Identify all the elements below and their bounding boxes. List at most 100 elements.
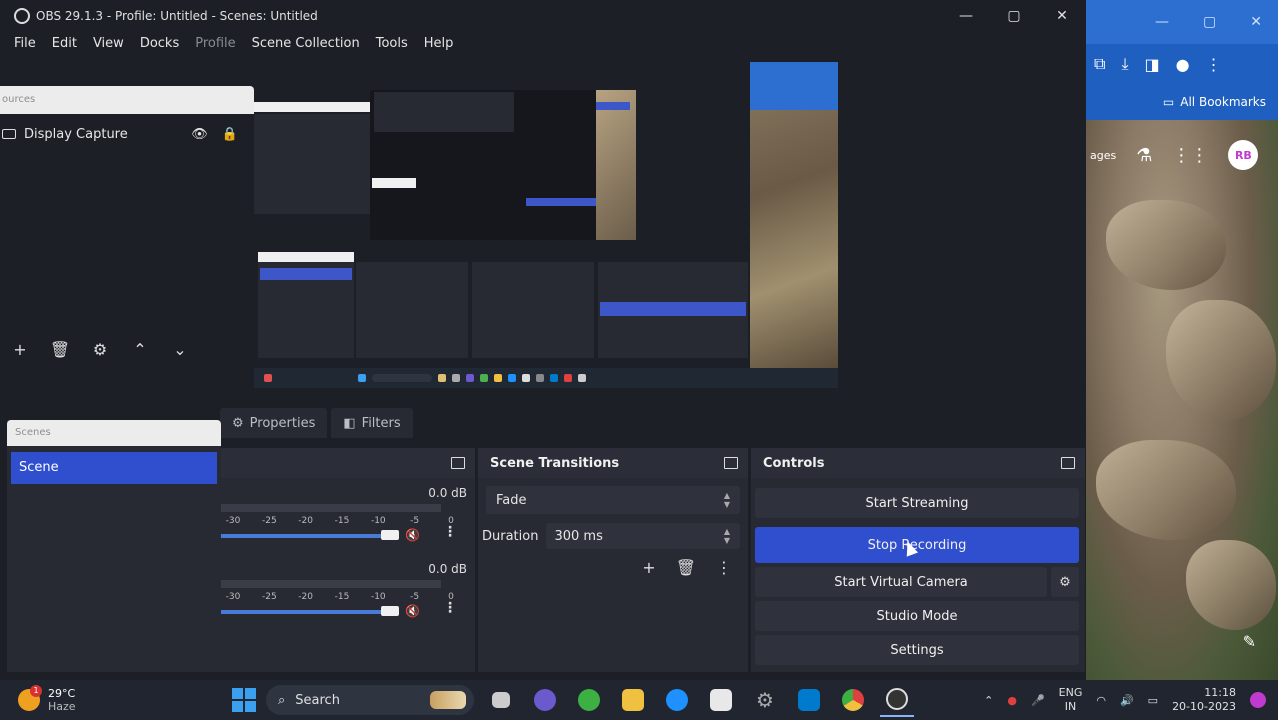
taskbar-search[interactable]: ⌕ Search: [266, 685, 474, 715]
nested-icon: [536, 374, 544, 382]
volume-icon[interactable]: 🔊: [1120, 694, 1134, 707]
close-icon[interactable]: ✕: [1250, 14, 1262, 30]
vscode-icon[interactable]: [792, 683, 826, 717]
download-icon[interactable]: ⤓: [1121, 54, 1128, 74]
virtual-camera-settings-gear-icon[interactable]: ⚙: [1051, 567, 1079, 597]
apps-grid-icon[interactable]: ⋮⋮: [1172, 145, 1208, 166]
add-icon[interactable]: +: [642, 558, 655, 577]
battery-icon[interactable]: ▭: [1148, 694, 1158, 707]
start-virtual-camera-button[interactable]: Start Virtual Camera: [755, 567, 1047, 597]
move-down-icon[interactable]: ⌄: [160, 340, 200, 359]
chrome-icon[interactable]: [836, 683, 870, 717]
studio-mode-button[interactable]: Studio Mode: [755, 601, 1079, 631]
menu-tools[interactable]: Tools: [368, 36, 416, 51]
wifi-icon[interactable]: ◠: [1096, 694, 1106, 707]
microphone-icon[interactable]: 🎤: [1031, 694, 1045, 707]
all-bookmarks[interactable]: All Bookmarks: [1180, 95, 1266, 109]
transition-select[interactable]: Fade ▲ ▼: [486, 486, 740, 514]
avatar[interactable]: RB: [1228, 140, 1259, 170]
duration-spinbox[interactable]: 300 ms ▲ ▼: [546, 523, 740, 549]
stop-recording-button[interactable]: Stop Recording: [755, 527, 1079, 563]
mute-speaker-icon[interactable]: 🔇: [405, 528, 420, 542]
gear-icon[interactable]: ⚙: [80, 340, 120, 359]
menu-edit[interactable]: Edit: [44, 36, 85, 51]
edge-icon[interactable]: [660, 683, 694, 717]
store-icon[interactable]: [704, 683, 738, 717]
eye-icon[interactable]: 👁: [191, 127, 208, 142]
minimize-icon[interactable]: —: [942, 0, 990, 32]
close-icon[interactable]: ✕: [1038, 0, 1086, 32]
profile-icon[interactable]: ●: [1176, 55, 1190, 74]
maximize-icon[interactable]: ▢: [990, 0, 1038, 32]
mute-speaker-icon[interactable]: 🔇: [405, 604, 420, 618]
channel-menu-icon[interactable]: ⋮: [443, 524, 457, 540]
filter-icon: ◧: [343, 415, 356, 431]
maximize-icon[interactable]: ▢: [1203, 14, 1216, 30]
source-item[interactable]: Display Capture 👁 🔒: [0, 120, 254, 148]
chevron-up-icon[interactable]: ⌃: [984, 694, 993, 707]
start-streaming-button[interactable]: Start Streaming: [755, 488, 1079, 518]
chevron-updown-icon[interactable]: ▲ ▼: [724, 527, 730, 545]
tick: -10: [370, 516, 386, 526]
copilot-avatar-icon[interactable]: [1250, 692, 1266, 708]
preview-canvas[interactable]: [254, 62, 838, 388]
menu-docks[interactable]: Docks: [132, 36, 187, 51]
obs-icon[interactable]: [880, 683, 914, 717]
channel-menu-icon[interactable]: ⋮: [443, 600, 457, 616]
transitions-toolbar: + 🗑 ⋮: [642, 558, 732, 577]
extensions-icon[interactable]: ⧉: [1094, 54, 1105, 74]
add-icon[interactable]: +: [0, 340, 40, 359]
nested-sources-header: [254, 102, 370, 112]
float-dock-icon[interactable]: [724, 457, 738, 469]
menu-profile[interactable]: Profile: [187, 36, 243, 51]
move-up-icon[interactable]: ⌃: [120, 340, 160, 359]
more-icon[interactable]: ⋮: [1206, 55, 1222, 74]
menu-scene-collection[interactable]: Scene Collection: [244, 36, 368, 51]
volume-slider[interactable]: [221, 610, 391, 614]
recording-indicator-icon[interactable]: ●: [1007, 694, 1017, 707]
labs-icon[interactable]: ⚗: [1136, 145, 1152, 166]
menu-help[interactable]: Help: [416, 36, 462, 51]
windows-start-icon[interactable]: [232, 688, 256, 712]
nested-block: [372, 178, 416, 188]
menu-file[interactable]: File: [6, 36, 44, 51]
duration-label: Duration: [482, 528, 539, 544]
teams-chat-icon[interactable]: [528, 683, 562, 717]
more-icon[interactable]: ⋮: [716, 558, 732, 577]
clock[interactable]: 11:18 20-10-2023: [1172, 686, 1236, 714]
properties-button[interactable]: ⚙ Properties: [220, 408, 328, 438]
language-indicator[interactable]: ENG IN: [1059, 686, 1083, 714]
green-app-icon[interactable]: [572, 683, 606, 717]
trash-icon[interactable]: 🗑: [40, 340, 80, 359]
tick: -25: [261, 592, 277, 602]
browser-newtab-icons: ages ⚗ ⋮⋮ RB: [1086, 140, 1278, 170]
chevron-updown-icon: ▲ ▼: [723, 491, 730, 509]
nested-scene-selected: [260, 268, 352, 280]
volume-slider-handle[interactable]: [381, 530, 399, 540]
scenes-header: Scenes: [7, 420, 221, 446]
settings-gear-icon[interactable]: ⚙: [748, 683, 782, 717]
filters-button[interactable]: ◧ Filters: [331, 408, 413, 438]
volume-slider-handle[interactable]: [381, 606, 399, 616]
menu-view[interactable]: View: [85, 36, 132, 51]
float-dock-icon[interactable]: [1061, 457, 1075, 469]
mixer-header: [221, 448, 475, 478]
trash-icon[interactable]: 🗑: [676, 558, 696, 577]
settings-button[interactable]: Settings: [755, 635, 1079, 665]
nested-icon: [480, 374, 488, 382]
sidepanel-icon[interactable]: ◨: [1145, 55, 1160, 74]
volume-slider[interactable]: [221, 534, 391, 538]
lock-icon[interactable]: 🔒: [222, 127, 238, 142]
browser-window-controls: — ▢ ✕: [1086, 0, 1278, 44]
scene-item[interactable]: Scene: [11, 452, 217, 484]
volume-meter: [221, 580, 441, 588]
desktop-background: — ▢ ✕ ⧉ ⤓ ◨ ● ⋮ ▭ All Bookmarks ages ⚗ ⋮…: [1086, 0, 1278, 680]
file-explorer-icon[interactable]: [616, 683, 650, 717]
float-dock-icon[interactable]: [451, 457, 465, 469]
minimize-icon[interactable]: —: [1155, 14, 1169, 30]
edit-pencil-icon[interactable]: ✎: [1243, 632, 1256, 651]
weather-widget[interactable]: 1 29°C Haze: [18, 680, 76, 720]
nested-browser-bar: [750, 62, 838, 110]
task-view-icon[interactable]: [484, 683, 518, 717]
nested-taskbar: [254, 368, 838, 388]
